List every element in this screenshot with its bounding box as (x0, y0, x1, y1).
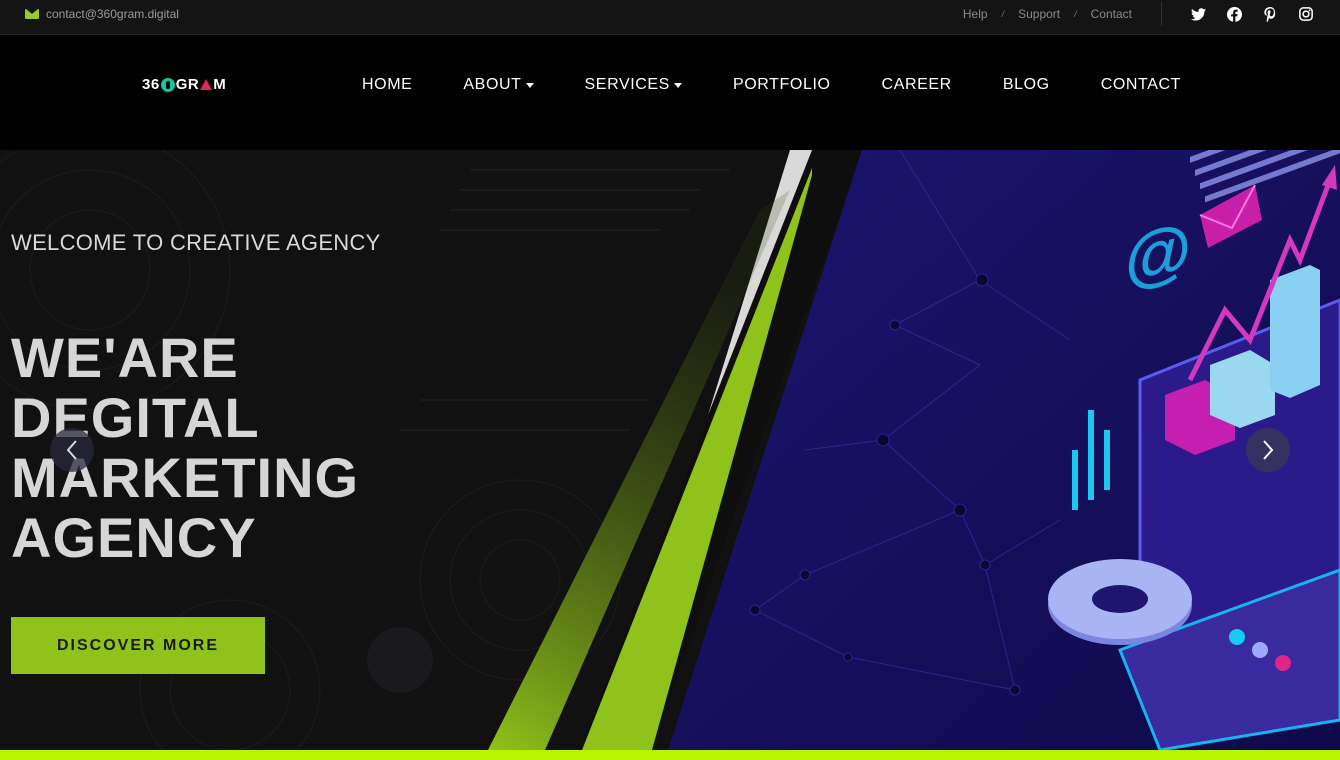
hero-kicker: WELCOME TO CREATIVE AGENCY (11, 230, 381, 255)
logo-text-part: 36 (142, 76, 160, 93)
hero-slider: @ WELCOME TO CREATIVE AGENCY WE'ARE DEGI… (0, 150, 1340, 750)
social-links (1190, 6, 1314, 22)
nav-item-label: HOME (362, 76, 413, 93)
headline-line: WE'ARE (11, 326, 239, 389)
chevron-left-icon (66, 440, 77, 460)
logo-text-part: GR (175, 76, 200, 93)
topbar-divider (1161, 2, 1162, 26)
nav-item-portfolio[interactable]: PORTFOLIO (733, 76, 831, 94)
headline-line: AGENCY (11, 506, 257, 569)
logo-triangle-mark (200, 79, 213, 90)
top-link-separator: / (1074, 9, 1077, 19)
nav-item-label: CAREER (881, 76, 952, 93)
top-link-contact[interactable]: Contact (1091, 7, 1132, 21)
nav-item-label: SERVICES (584, 76, 670, 93)
site-logo[interactable]: 36 GR M (142, 76, 226, 93)
nav-item-blog[interactable]: BLOG (1003, 76, 1050, 94)
nav-item-career[interactable]: CAREER (882, 76, 952, 94)
top-link-separator: / (1001, 9, 1005, 19)
nav-item-services[interactable]: SERVICES (585, 76, 682, 94)
caret-down-icon (525, 82, 534, 88)
instagram-icon[interactable] (1298, 6, 1314, 22)
caret-down-icon (673, 82, 682, 88)
top-bar: contact@360gram.digital Help / Support /… (0, 0, 1340, 35)
top-link-support[interactable]: Support (1018, 7, 1060, 21)
contact-email[interactable]: contact@360gram.digital (25, 7, 179, 21)
nav-item-label: BLOG (1002, 76, 1050, 93)
slider-next-button[interactable] (1246, 428, 1290, 472)
facebook-icon[interactable] (1226, 6, 1242, 22)
nav-item-label: CONTACT (1100, 76, 1182, 93)
nav-item-label: ABOUT (463, 76, 522, 93)
nav-item-contact[interactable]: CONTACT (1101, 76, 1181, 94)
top-link-help[interactable]: Help (963, 7, 988, 21)
logo-text-part: M (213, 76, 227, 93)
svg-text:@: @ (1125, 208, 1191, 298)
nav-menu: HOME ABOUT SERVICES PORTFOLIO CAREER BLO… (362, 76, 1181, 94)
main-navbar: 36 GR M HOME ABOUT SERVICES PORTFOLIO CA… (0, 36, 1340, 150)
nav-item-label: PORTFOLIO (732, 76, 831, 93)
nav-item-home[interactable]: HOME (362, 76, 412, 94)
contact-email-text: contact@360gram.digital (46, 7, 179, 21)
logo-zero-mark (160, 77, 175, 92)
nav-item-about[interactable]: ABOUT (463, 76, 534, 94)
chevron-right-icon (1263, 440, 1274, 460)
pinterest-icon[interactable] (1262, 6, 1278, 22)
slider-prev-button[interactable] (50, 428, 94, 472)
accent-bottom-bar (0, 750, 1340, 760)
twitter-icon[interactable] (1190, 6, 1206, 22)
discover-more-button[interactable]: DISCOVER MORE (11, 617, 265, 674)
envelope-icon (25, 9, 39, 19)
top-links: Help / Support / Contact (963, 7, 1132, 21)
